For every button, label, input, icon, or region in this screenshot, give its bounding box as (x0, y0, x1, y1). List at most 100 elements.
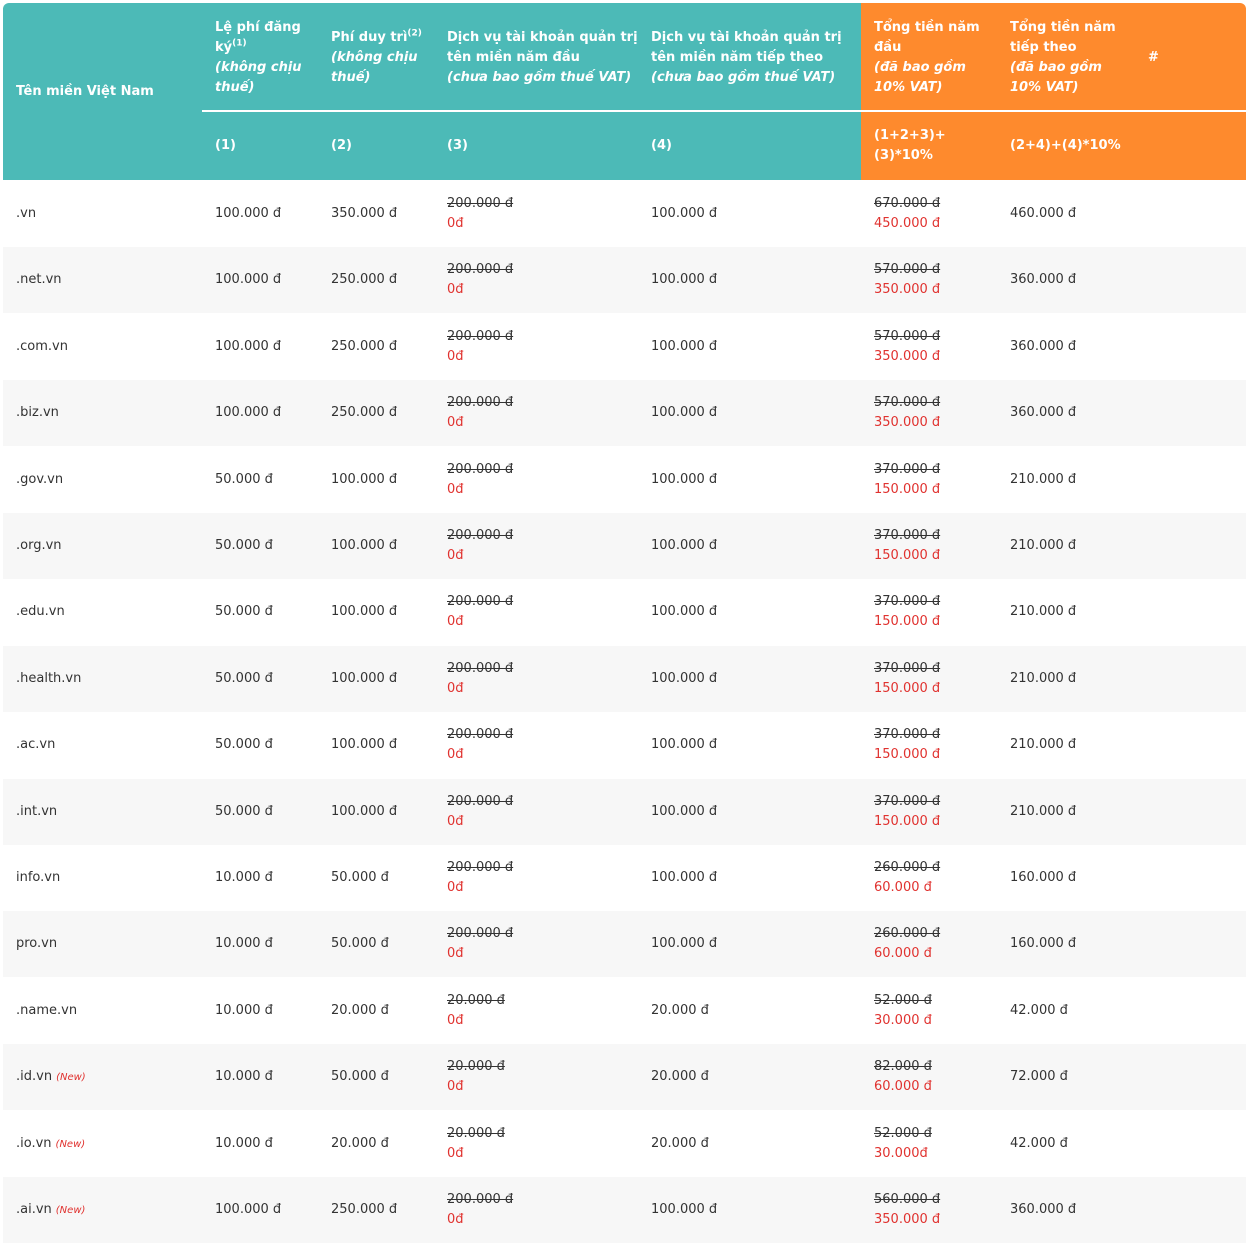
svc-first-year: 200.000 đ 0đ (447, 924, 513, 964)
total-old-price: 570.000 đ (874, 262, 941, 277)
svc-next-year: 100.000 đ (651, 671, 718, 686)
total-new-price: 150.000 đ (874, 814, 941, 829)
total-next-year: 360.000 đ (1010, 339, 1077, 354)
svc-first-year: 200.000 đ 0đ (447, 592, 513, 632)
reg-fee: 100.000 đ (215, 272, 282, 287)
reg-fee: 50.000 đ (215, 472, 273, 487)
svc-first-year: 200.000 đ 0đ (447, 260, 513, 300)
reg-fee: 100.000 đ (215, 1202, 282, 1217)
total-next-year: 210.000 đ (1010, 538, 1077, 553)
reg-fee: 50.000 đ (215, 538, 273, 553)
col-header-maint-fee: Phí duy trì(2) (không chịu thuế) (331, 28, 422, 85)
domain-name: .com.vn (16, 339, 68, 354)
total-next-year: 210.000 đ (1010, 604, 1077, 619)
domain-name: .net.vn (16, 272, 62, 287)
maint-fee: 100.000 đ (331, 671, 398, 686)
table-row: .org.vn 50.000 đ 100.000 đ 200.000 đ 0đ 100.0… (3, 513, 1246, 579)
maint-fee: 350.000 đ (331, 206, 398, 221)
svc-new-price: 0đ (447, 814, 464, 829)
svc-old-price: 20.000 đ (447, 993, 505, 1008)
domain-name: pro.vn (16, 936, 58, 951)
svc-new-price: 0đ (447, 946, 464, 961)
table-row: .io.vn (New) 10.000 đ 20.000 đ 20.000 đ 0đ 20.… (3, 1111, 1246, 1177)
svc-next-year: 100.000 đ (651, 936, 718, 951)
svc-first-year: 200.000 đ 0đ (447, 526, 513, 566)
table-row: .int.vn 50.000 đ 100.000 đ 200.000 đ 0đ 100.0… (3, 779, 1246, 845)
maint-fee: 100.000 đ (331, 804, 398, 819)
total-old-price: 52.000 đ (874, 1126, 932, 1141)
total-new-price: 60.000 đ (874, 946, 932, 961)
total-first-year: 370.000 đ 150.000 đ (874, 592, 940, 632)
total-old-price: 82.000 đ (874, 1059, 932, 1074)
svc-old-price: 200.000 đ (447, 727, 514, 742)
col-header-total-first: Tổng tiền năm đầu (đã bao gồm 10% VAT) (874, 20, 980, 95)
total-old-price: 670.000 đ (874, 196, 941, 211)
maint-fee: 50.000 đ (331, 1069, 389, 1084)
total-new-price: 350.000 đ (874, 1212, 941, 1227)
svc-first-year: 200.000 đ 0đ (447, 393, 513, 433)
maint-fee: 250.000 đ (331, 272, 398, 287)
svc-next-year: 100.000 đ (651, 604, 718, 619)
col-header-reg-fee-num: (1) (215, 138, 236, 153)
total-new-price: 150.000 đ (874, 681, 941, 696)
svc-old-price: 200.000 đ (447, 594, 514, 609)
new-badge: (New) (56, 1072, 86, 1083)
svc-old-price: 200.000 đ (447, 528, 514, 543)
total-new-price: 60.000 đ (874, 1079, 932, 1094)
maint-fee: 100.000 đ (331, 538, 398, 553)
total-first-year: 52.000 đ 30.000 đ (874, 991, 932, 1031)
total-next-year: 360.000 đ (1010, 1202, 1077, 1217)
col-header-domain: Tên miền Việt Nam (16, 84, 154, 99)
svc-next-year: 20.000 đ (651, 1136, 709, 1151)
table-row: .name.vn 10.000 đ 20.000 đ 20.000 đ 0đ 20.000… (3, 978, 1246, 1044)
svc-first-year: 20.000 đ 0đ (447, 1057, 505, 1097)
maint-fee: 250.000 đ (331, 339, 398, 354)
table-row: .ai.vn (New) 100.000 đ 250.000 đ 200.000 đ 0đ… (3, 1177, 1246, 1243)
table-row: info.vn 10.000 đ 50.000 đ 200.000 đ 0đ 100.00… (3, 845, 1246, 911)
total-old-price: 370.000 đ (874, 727, 941, 742)
domain-name: .biz.vn (16, 405, 59, 420)
domain-name: .io.vn (New) (16, 1136, 86, 1151)
maint-fee: 100.000 đ (331, 737, 398, 752)
total-new-price: 350.000 đ (874, 349, 941, 364)
total-next-year: 460.000 đ (1010, 206, 1077, 221)
svc-new-price: 0đ (447, 747, 464, 762)
domain-name: .vn (16, 206, 37, 221)
svc-next-year: 100.000 đ (651, 339, 718, 354)
total-first-year: 370.000 đ 150.000 đ (874, 792, 940, 832)
total-old-price: 560.000 đ (874, 1192, 941, 1207)
col-header-reg-fee: Lệ phí đăng ký(1) (không chịu thuế) (215, 20, 302, 95)
domain-name: .ac.vn (16, 737, 56, 752)
svc-new-price: 0đ (447, 1212, 464, 1227)
svc-old-price: 200.000 đ (447, 196, 514, 211)
svc-new-price: 0đ (447, 1013, 464, 1028)
svc-next-year: 100.000 đ (651, 206, 718, 221)
reg-fee: 50.000 đ (215, 604, 273, 619)
maint-fee: 250.000 đ (331, 1202, 398, 1217)
table-row: .com.vn 100.000 đ 250.000 đ 200.000 đ 0đ 100.… (3, 314, 1246, 380)
total-old-price: 570.000 đ (874, 329, 941, 344)
total-next-year: 210.000 đ (1010, 671, 1077, 686)
svc-next-year: 100.000 đ (651, 870, 718, 885)
reg-fee: 10.000 đ (215, 936, 273, 951)
table-row: .id.vn (New) 10.000 đ 50.000 đ 20.000 đ 0đ 20.… (3, 1044, 1246, 1110)
col-header-svc-first: Dịch vụ tài khoản quản trị tên miền năm … (447, 30, 638, 85)
svc-first-year: 20.000 đ 0đ (447, 991, 505, 1031)
total-new-price: 150.000 đ (874, 548, 941, 563)
total-next-year: 160.000 đ (1010, 936, 1077, 951)
svc-first-year: 200.000 đ 0đ (447, 194, 513, 234)
svc-next-year: 100.000 đ (651, 1202, 718, 1217)
total-next-year: 210.000 đ (1010, 737, 1077, 752)
domain-name: .gov.vn (16, 472, 64, 487)
total-old-price: 370.000 đ (874, 661, 941, 676)
reg-fee: 50.000 đ (215, 737, 273, 752)
svc-old-price: 200.000 đ (447, 926, 514, 941)
table-row: .gov.vn 50.000 đ 100.000 đ 200.000 đ 0đ 100.0… (3, 447, 1246, 513)
total-new-price: 150.000 đ (874, 482, 941, 497)
maint-fee: 50.000 đ (331, 870, 389, 885)
total-new-price: 150.000 đ (874, 747, 941, 762)
reg-fee: 50.000 đ (215, 804, 273, 819)
reg-fee: 100.000 đ (215, 339, 282, 354)
domain-name: .health.vn (16, 671, 82, 686)
svc-next-year: 100.000 đ (651, 272, 718, 287)
